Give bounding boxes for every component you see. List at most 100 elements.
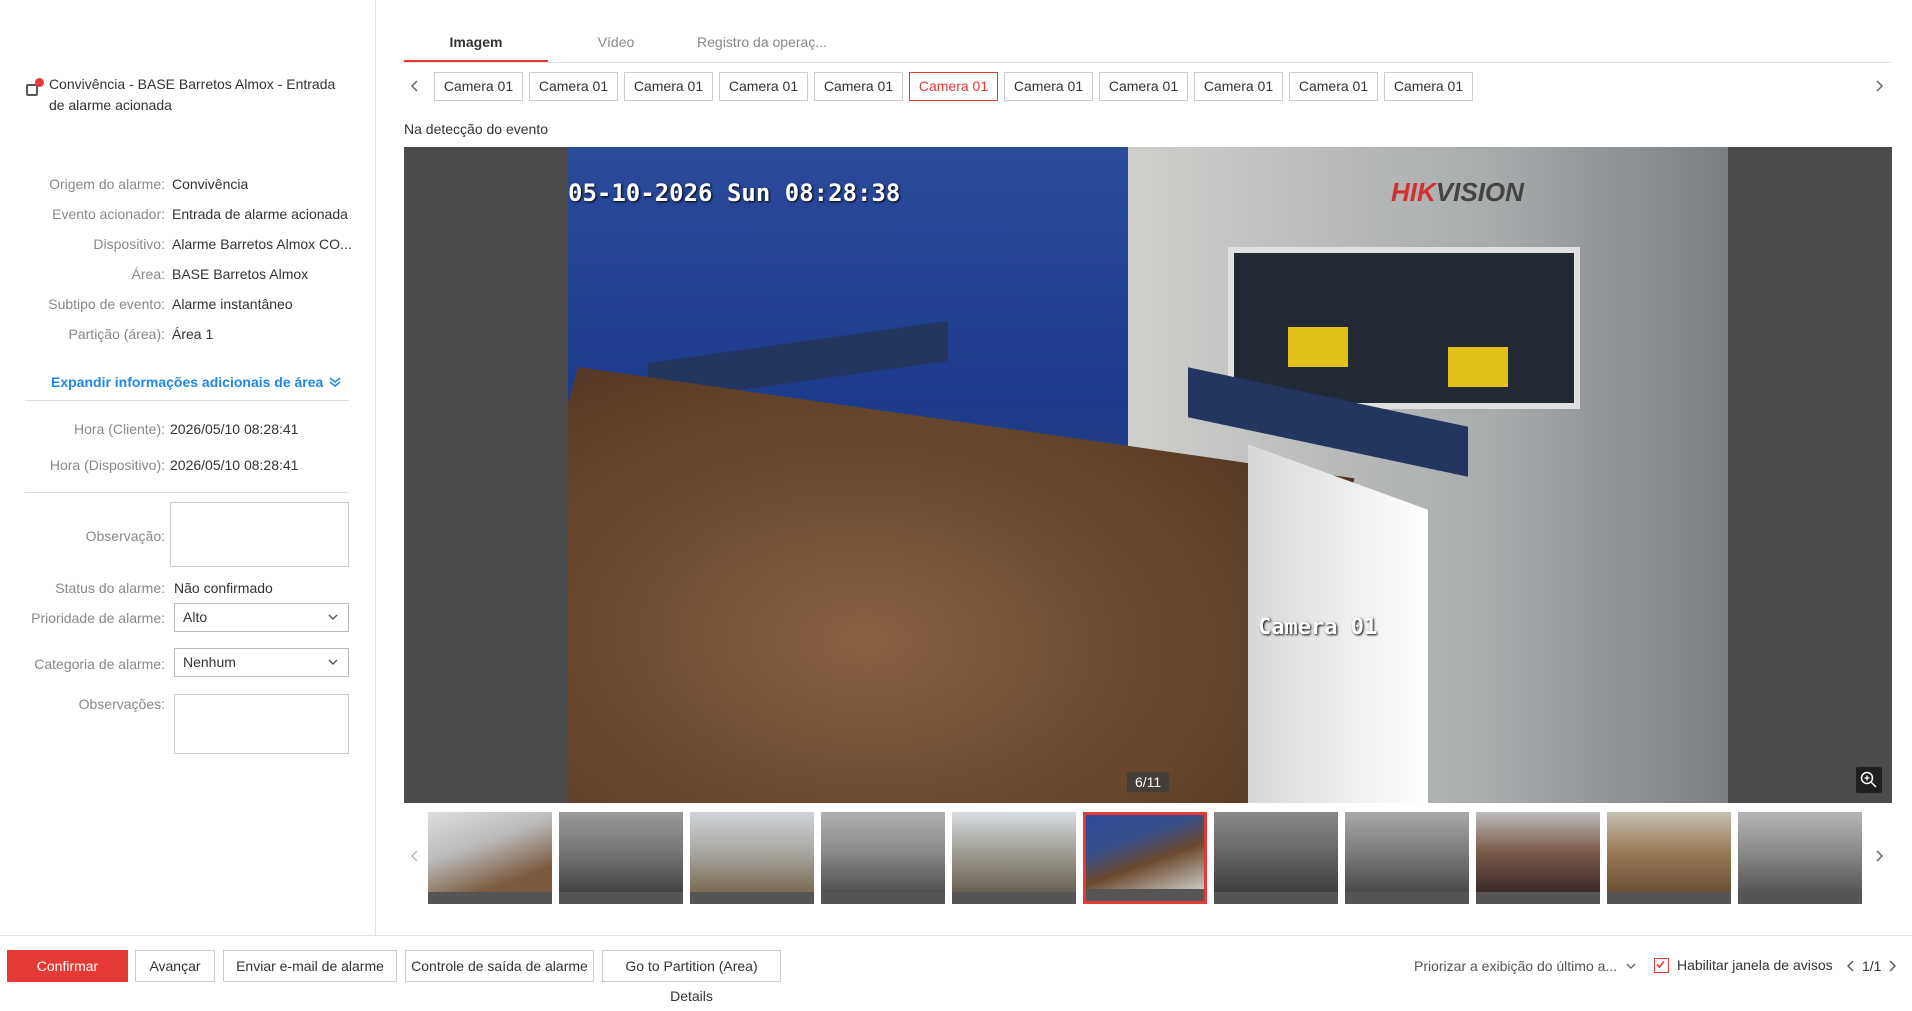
priority-selected: Alto — [183, 609, 208, 625]
footer-bar: Confirmar Avançar Enviar e-mail de alarm… — [0, 935, 1912, 1004]
tab-image[interactable]: Imagem — [404, 28, 548, 62]
next-button[interactable]: Avançar — [135, 950, 215, 982]
camera-button[interactable]: Camera 01 — [434, 72, 523, 101]
thumbnail[interactable] — [821, 812, 945, 904]
chevron-right-icon[interactable] — [1872, 79, 1886, 93]
observation-textarea[interactable] — [170, 502, 349, 567]
alarm-output-control-button[interactable]: Controle de saída de alarme — [405, 950, 594, 982]
detail-row-trigger-event: Evento acionador: Entrada de alarme acio… — [0, 204, 350, 224]
image-viewer[interactable]: 05-10-2026 Sun 08:28:38 HIKVISION Camera… — [404, 147, 1892, 803]
detail-value: BASE Barretos Almox — [172, 266, 309, 282]
camera-button[interactable]: Camera 01 — [1289, 72, 1378, 101]
tab-operation-log[interactable]: Registro da operaç... — [682, 28, 842, 60]
camera-button[interactable]: Camera 01 — [529, 72, 618, 101]
time-label: Hora (Cliente): — [73, 421, 165, 437]
chevron-down-icon — [1626, 963, 1636, 969]
thumbnail-strip — [404, 809, 1894, 907]
detail-label: Área: — [131, 266, 165, 282]
camera-button[interactable]: Camera 01 — [1099, 72, 1188, 101]
detail-value: Área 1 — [172, 326, 214, 342]
chevron-right-icon[interactable] — [1887, 960, 1897, 972]
detail-row-origin: Origem do alarme: Convivência — [0, 174, 350, 194]
thumbnail[interactable] — [1345, 812, 1469, 904]
osd-timestamp: 05-10-2026 Sun 08:28:38 — [568, 179, 901, 207]
image-counter: 6/11 — [1127, 772, 1170, 792]
camera-button[interactable]: Camera 01 — [1004, 72, 1093, 101]
hikvision-logo: HIKVISION — [1391, 177, 1524, 207]
detail-label: Partição (área): — [68, 326, 165, 342]
divider — [25, 492, 349, 493]
category-selected: Nenhum — [183, 654, 236, 670]
pager: 1/1 — [1846, 958, 1897, 974]
camera-button-active[interactable]: Camera 01 — [909, 72, 998, 101]
time-row-device: Hora (Dispositivo): 2026/05/10 08:28:41 — [0, 455, 350, 475]
chevron-left-icon[interactable] — [408, 79, 422, 93]
detail-value: Alarme Barretos Almox CO... — [172, 236, 352, 252]
chevron-down-icon — [328, 659, 338, 665]
camera-snapshot: 05-10-2026 Sun 08:28:38 HIKVISION Camera… — [568, 147, 1728, 803]
priority-display-select[interactable]: Priorizar a exibição do último a... — [1414, 958, 1637, 974]
tab-bar: Imagem Vídeo Registro da operaç... — [404, 28, 1892, 63]
thumbnail[interactable] — [428, 812, 552, 904]
confirm-button[interactable]: Confirmar — [7, 950, 128, 982]
camera-button[interactable]: Camera 01 — [1384, 72, 1473, 101]
thumbnail[interactable] — [559, 812, 683, 904]
detail-row-area: Área: BASE Barretos Almox — [0, 264, 350, 284]
detail-label: Dispositivo: — [93, 236, 165, 252]
camera-button[interactable]: Camera 01 — [719, 72, 808, 101]
thumbnail[interactable] — [690, 812, 814, 904]
partition-details-button[interactable]: Go to Partition (Area) Details — [602, 950, 781, 1004]
status-row: Status do alarme: Não confirmado — [0, 578, 350, 598]
detail-label: Origem do alarme: — [49, 176, 165, 192]
thumbnail[interactable] — [952, 812, 1076, 904]
send-email-button[interactable]: Enviar e-mail de alarme — [223, 950, 397, 982]
expand-label: Expandir informações adicionais de área — [51, 374, 324, 390]
osd-camera-name: Camera 01 — [1258, 615, 1378, 640]
chevron-left-icon[interactable] — [408, 849, 422, 863]
enable-popup-checkbox[interactable]: Habilitar janela de avisos — [1654, 957, 1833, 973]
enable-popup-label: Habilitar janela de avisos — [1677, 957, 1833, 973]
divider — [25, 400, 349, 401]
status-label: Status do alarme: — [55, 580, 165, 596]
detail-value: Convivência — [172, 176, 249, 192]
tab-video[interactable]: Vídeo — [566, 28, 666, 60]
observations-label: Observações: — [78, 696, 165, 712]
detail-label: Evento acionador: — [52, 206, 165, 222]
time-value: 2026/05/10 08:28:41 — [170, 421, 299, 437]
chevron-down-icon — [328, 614, 338, 620]
detail-value: Entrada de alarme acionada — [172, 206, 348, 222]
detail-label: Subtipo de evento: — [48, 296, 165, 312]
thumbnail[interactable] — [1607, 812, 1731, 904]
time-row-client: Hora (Cliente): 2026/05/10 08:28:41 — [0, 419, 350, 439]
priority-select[interactable]: Alto — [174, 603, 349, 632]
alarm-icon — [26, 78, 44, 96]
camera-button[interactable]: Camera 01 — [624, 72, 713, 101]
category-select[interactable]: Nenhum — [174, 648, 349, 677]
priority-display-label: Priorizar a exibição do último a... — [1414, 958, 1618, 974]
camera-button[interactable]: Camera 01 — [1194, 72, 1283, 101]
time-value: 2026/05/10 08:28:41 — [170, 457, 299, 473]
checkbox-checked-icon — [1654, 957, 1669, 973]
thumbnail[interactable] — [1214, 812, 1338, 904]
observations-textarea[interactable] — [174, 694, 349, 754]
camera-selector: Camera 01 Camera 01 Camera 01 Camera 01 … — [404, 71, 1894, 103]
page-indicator: 1/1 — [1862, 958, 1882, 974]
detail-value: Alarme instantâneo — [172, 296, 293, 312]
zoom-button[interactable] — [1856, 767, 1882, 793]
camera-button[interactable]: Camera 01 — [814, 72, 903, 101]
zoom-in-icon — [1860, 771, 1877, 788]
double-chevron-down-icon — [329, 377, 341, 387]
detail-row-device: Dispositivo: Alarme Barretos Almox CO... — [0, 234, 352, 254]
chevron-left-icon[interactable] — [1846, 960, 1856, 972]
priority-label: Prioridade de alarme: — [31, 610, 165, 626]
detail-row-event-subtype: Subtipo de evento: Alarme instantâneo — [0, 294, 350, 314]
thumbnail[interactable] — [1476, 812, 1600, 904]
thumbnail[interactable] — [1738, 812, 1862, 904]
alarm-title-text: Convivência - BASE Barretos Almox - Entr… — [48, 76, 336, 113]
time-label: Hora (Dispositivo): — [49, 457, 165, 473]
chevron-right-icon[interactable] — [1872, 849, 1886, 863]
event-label: Na detecção do evento — [404, 121, 548, 137]
detail-row-partition: Partição (área): Área 1 — [0, 324, 350, 344]
thumbnail-active[interactable] — [1083, 812, 1207, 904]
expand-area-info-link[interactable]: Expandir informações adicionais de área — [51, 374, 341, 390]
